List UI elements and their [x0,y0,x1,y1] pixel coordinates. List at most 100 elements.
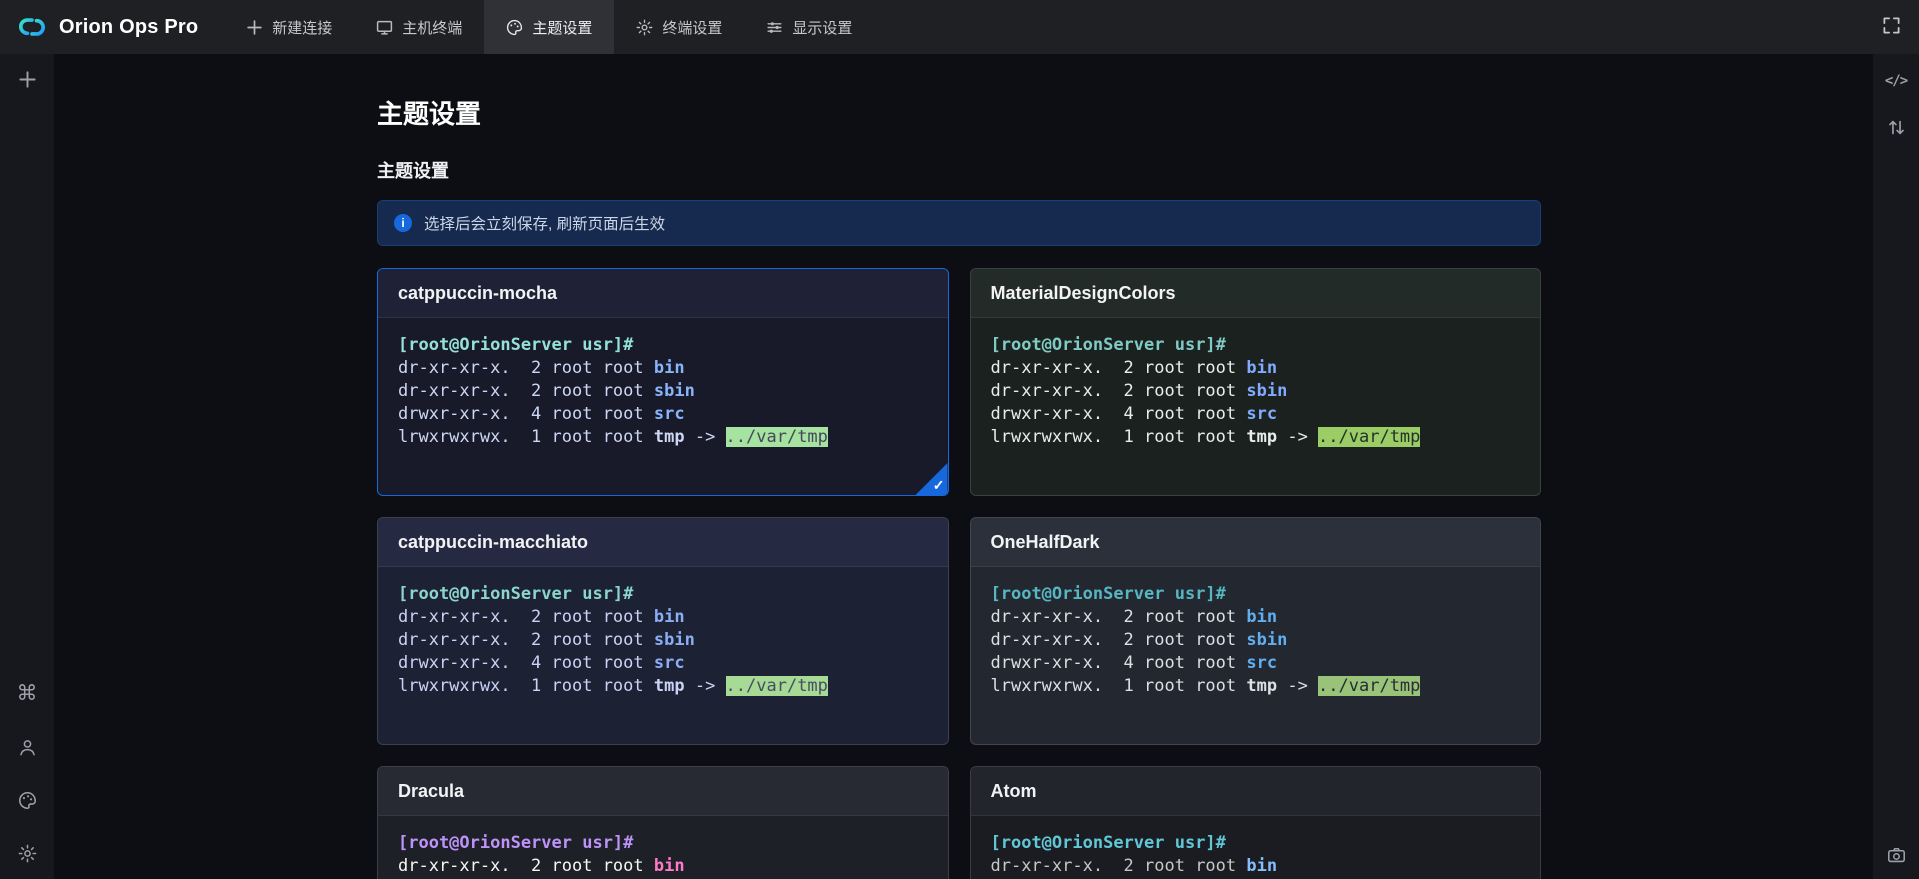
top-navbar: Orion Ops Pro 新建连接 主机终端 主题设置 终端设置 显示设置 [0,0,1919,54]
nav-item-label: 显示设置 [792,17,852,38]
terminal-line: lrwxrwxrwx. 1 root root tmp -> ../var/tm… [398,426,928,449]
terminal-preview: [root@OrionServer usr]# dr-xr-xr-x. 2 ro… [971,567,1541,698]
terminal-lines: dr-xr-xr-x. 2 root root bindr-xr-xr-x. 2… [398,606,928,698]
theme-name: MaterialDesignColors [991,283,1176,304]
theme-card-header: MaterialDesignColors [971,269,1541,318]
theme-card-catppuccin-mocha[interactable]: catppuccin-mocha [root@OrionServer usr]#… [377,268,949,496]
view-source-button[interactable]: </> [1885,74,1907,88]
terminal-line: dr-xr-xr-x. 2 root root sbin [991,380,1521,403]
terminal-line: drwxr-xr-x. 4 root root src [991,652,1521,675]
terminal-preview: [root@OrionServer usr]# dr-xr-xr-x. 2 ro… [378,816,948,879]
theme-card-dracula[interactable]: Dracula [root@OrionServer usr]# dr-xr-xr… [377,766,949,879]
theme-name: Atom [991,781,1037,802]
palette-icon [506,19,523,36]
gear-icon [636,19,653,36]
sliders-icon [766,19,783,36]
theme-card-grid: catppuccin-mocha [root@OrionServer usr]#… [377,268,1541,879]
terminal-line: dr-xr-xr-x. 2 root root bin [398,855,928,878]
nav-item-label: 主题设置 [532,17,592,38]
theme-card-atom[interactable]: Atom [root@OrionServer usr]# dr-xr-xr-x.… [970,766,1542,879]
theme-name: Dracula [398,781,464,802]
nav-item-label: 终端设置 [662,17,722,38]
navbar-spacer [874,0,1864,54]
terminal-line: dr-xr-xr-x. 2 root root bin [991,855,1521,878]
theme-card-catppuccin-macchiato[interactable]: catppuccin-macchiato [root@OrionServer u… [377,517,949,745]
theme-name: catppuccin-mocha [398,283,557,304]
content-container: 主题设置 主题设置 i 选择后会立刻保存, 刷新页面后生效 catppuccin… [377,98,1541,879]
terminal-line: drwxr-xr-x. 4 root root src [398,652,928,675]
theme-name: catppuccin-macchiato [398,532,588,553]
navbar-items: 新建连接 主机终端 主题设置 终端设置 显示设置 [224,0,874,54]
right-toolbar: </> [1873,54,1919,879]
theme-card-header: catppuccin-macchiato [378,518,948,567]
terminal-lines: dr-xr-xr-x. 2 root root bindr-xr-xr-x. 2… [991,606,1521,698]
left-sidebar: ⌘ [0,54,54,879]
page-title: 主题设置 [377,98,1541,130]
plus-icon [18,70,37,89]
nav-item-host-terminal[interactable]: 主机终端 [354,0,484,54]
terminal-line: lrwxrwxrwx. 1 root root tmp -> ../var/tm… [991,426,1521,449]
terminal-prompt: [root@OrionServer usr]# [991,832,1521,855]
appearance-button[interactable] [18,791,37,810]
theme-card-onehalfdark[interactable]: OneHalfDark [root@OrionServer usr]# dr-x… [970,517,1542,745]
sort-icon [1887,118,1906,137]
alert-text: 选择后会立刻保存, 刷新页面后生效 [424,212,665,234]
terminal-lines: dr-xr-xr-x. 2 root root bindr-xr-xr-x. 2… [991,855,1521,879]
nav-item-label: 新建连接 [272,17,332,38]
terminal-line: dr-xr-xr-x. 2 root root bin [398,357,928,380]
settings-button[interactable] [18,844,37,863]
theme-card-header: Atom [971,767,1541,816]
monitor-icon [376,19,393,36]
terminal-line: dr-xr-xr-x. 2 root root sbin [991,629,1521,652]
terminal-line: lrwxrwxrwx. 1 root root tmp -> ../var/tm… [991,675,1521,698]
theme-card-header: OneHalfDark [971,518,1541,567]
camera-icon [1887,846,1906,865]
main-content: 主题设置 主题设置 i 选择后会立刻保存, 刷新页面后生效 catppuccin… [54,54,1873,879]
command-icon: ⌘ [17,683,38,704]
selected-badge: ✓ [916,463,948,495]
terminal-line: dr-xr-xr-x. 2 root root bin [991,357,1521,380]
nav-item-theme-settings[interactable]: 主题设置 [484,0,614,54]
terminal-preview: [root@OrionServer usr]# dr-xr-xr-x. 2 ro… [378,567,948,698]
sort-button[interactable] [1887,118,1906,137]
nav-item-display-settings[interactable]: 显示设置 [744,0,874,54]
terminal-lines: dr-xr-xr-x. 2 root root bindr-xr-xr-x. 2… [398,357,928,449]
theme-card-header: Dracula [378,767,948,816]
plus-icon [246,19,263,36]
gear-icon [18,844,37,863]
terminal-prompt: [root@OrionServer usr]# [991,583,1521,606]
terminal-line: dr-xr-xr-x. 2 root root sbin [398,629,928,652]
palette-icon [18,791,37,810]
nav-item-new-connection[interactable]: 新建连接 [224,0,354,54]
section-title: 主题设置 [377,160,1541,182]
terminal-preview: [root@OrionServer usr]# dr-xr-xr-x. 2 ro… [378,318,948,449]
terminal-prompt: [root@OrionServer usr]# [991,334,1521,357]
theme-name: OneHalfDark [991,532,1100,553]
body-row: ⌘ [0,54,1919,879]
terminal-line: dr-xr-xr-x. 2 root root bin [398,606,928,629]
terminal-lines: dr-xr-xr-x. 2 root root bindr-xr-xr-x. 2… [398,855,928,879]
fullscreen-button[interactable] [1864,0,1919,54]
terminal-lines: dr-xr-xr-x. 2 root root bindr-xr-xr-x. 2… [991,357,1521,449]
terminal-preview: [root@OrionServer usr]# dr-xr-xr-x. 2 ro… [971,318,1541,449]
theme-card-header: catppuccin-mocha [378,269,948,318]
terminal-line: lrwxrwxrwx. 1 root root tmp -> ../var/tm… [398,675,928,698]
info-alert: i 选择后会立刻保存, 刷新页面后生效 [377,200,1541,246]
theme-card-materialdesigncolors[interactable]: MaterialDesignColors [root@OrionServer u… [970,268,1542,496]
brand-name: Orion Ops Pro [59,16,198,39]
check-icon: ✓ [933,477,945,494]
screenshot-button[interactable] [1887,846,1906,865]
app-window: Orion Ops Pro 新建连接 主机终端 主题设置 终端设置 显示设置 [0,0,1919,879]
left-sidebar-bottom: ⌘ [17,683,38,879]
user-icon [18,738,37,757]
shortcuts-button[interactable]: ⌘ [17,683,38,704]
terminal-prompt: [root@OrionServer usr]# [398,832,928,855]
terminal-line: drwxr-xr-x. 4 root root src [991,403,1521,426]
terminal-prompt: [root@OrionServer usr]# [398,334,928,357]
terminal-line: dr-xr-xr-x. 2 root root bin [991,606,1521,629]
user-button[interactable] [18,738,37,757]
code-icon: </> [1885,74,1907,88]
nav-item-terminal-settings[interactable]: 终端设置 [614,0,744,54]
fullscreen-icon [1882,16,1901,38]
add-connection-button[interactable] [18,70,37,89]
